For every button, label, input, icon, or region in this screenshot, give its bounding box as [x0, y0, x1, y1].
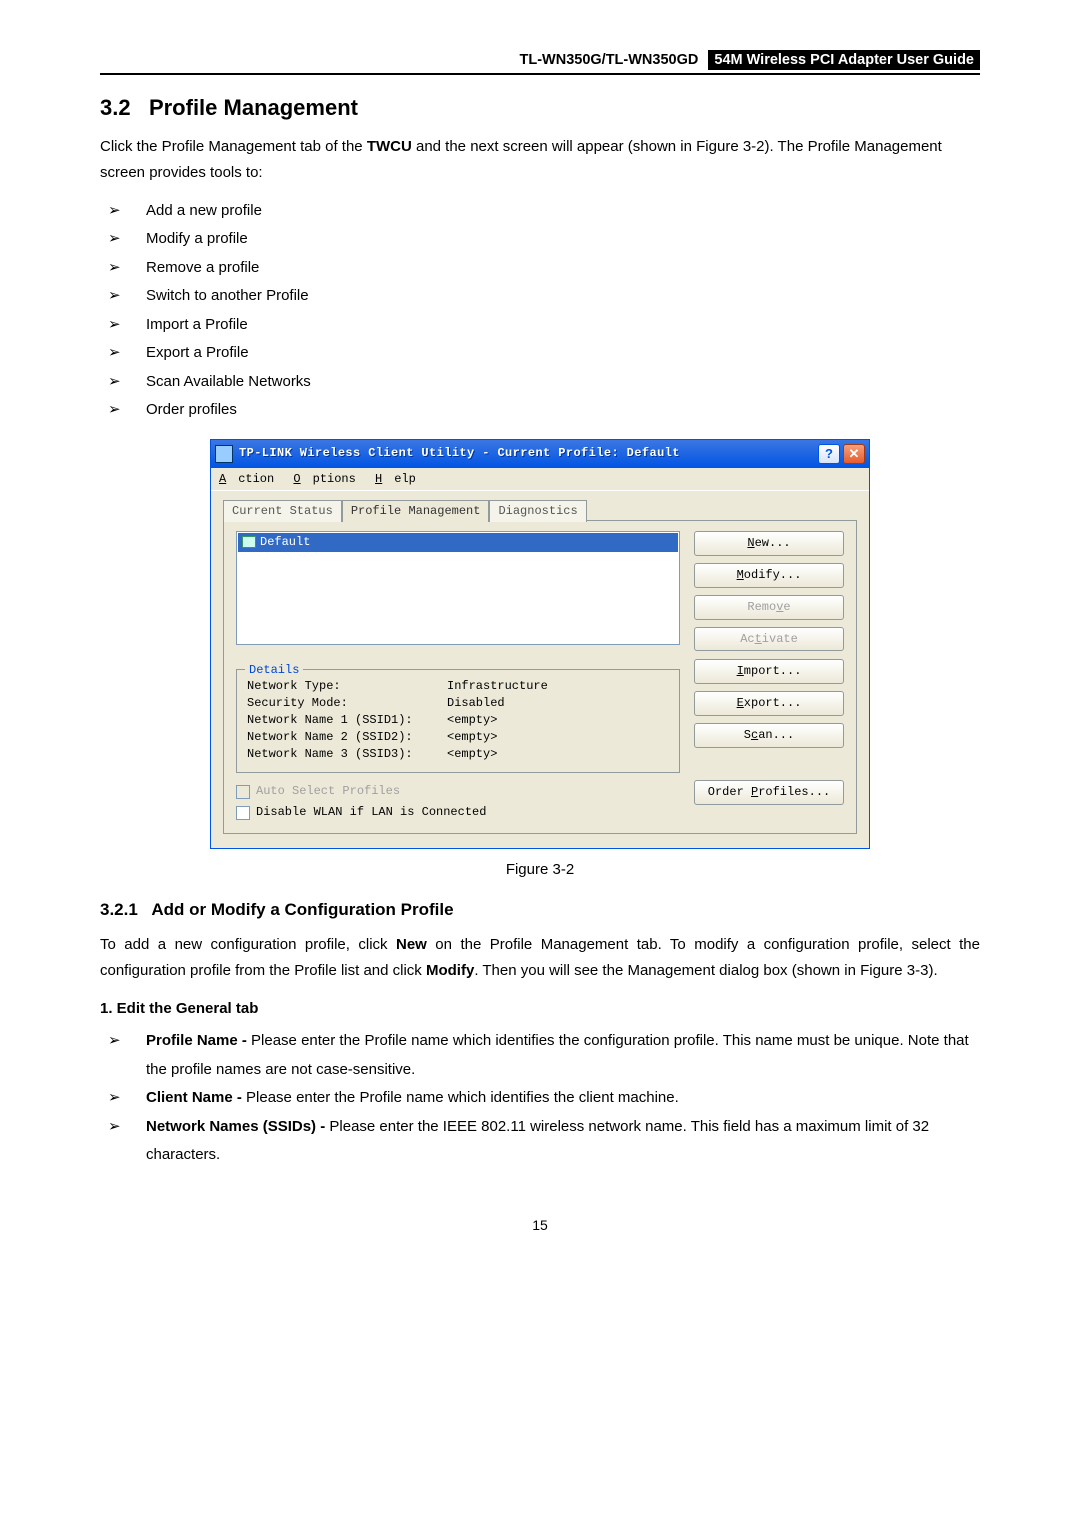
close-icon[interactable]: ✕ [843, 444, 865, 464]
checkbox-disable-wlan[interactable] [236, 806, 250, 820]
list-item: Remove a profile [100, 254, 980, 283]
tab-panel: Default New... Modify... Remove Activate… [223, 520, 857, 834]
doc-title: 54M Wireless PCI Adapter User Guide [708, 50, 980, 70]
help-icon[interactable]: ? [818, 444, 840, 464]
list-item: Profile Name - Please enter the Profile … [100, 1027, 980, 1084]
modify-button[interactable]: Modify... [694, 563, 844, 588]
tab-diagnostics[interactable]: Diagnostics [489, 500, 586, 522]
list-item: Export a Profile [100, 339, 980, 368]
profile-list[interactable]: Default [236, 531, 680, 645]
list-item: Scan Available Networks [100, 368, 980, 397]
section-intro: Click the Profile Management tab of the … [100, 134, 980, 187]
tabs: Current Status Profile Management Diagno… [223, 499, 857, 521]
order-profiles-button[interactable]: Order Profiles... [694, 780, 844, 805]
feature-list: Add a new profile Modify a profile Remov… [100, 197, 980, 425]
menubar: Action Options Help [211, 468, 869, 492]
list-item: Network Names (SSIDs) - Please enter the… [100, 1113, 980, 1170]
doc-model: TL-WN350G/TL-WN350GD [520, 52, 699, 68]
subsection-heading: 3.2.1 Add or Modify a Configuration Prof… [100, 898, 980, 922]
list-item: Add a new profile [100, 197, 980, 226]
menu-help[interactable]: Help [375, 472, 416, 486]
window-title: TP-LINK Wireless Client Utility - Curren… [239, 445, 815, 462]
tab-current-status[interactable]: Current Status [223, 500, 342, 522]
subsection-para: To add a new configuration profile, clic… [100, 932, 980, 985]
figure-caption: Figure 3-2 [100, 859, 980, 880]
app-icon [215, 445, 233, 463]
step-heading: 1. Edit the General tab [100, 998, 980, 1019]
details-legend: Details [245, 662, 303, 679]
scan-button[interactable]: Scan... [694, 723, 844, 748]
page-number: 15 [100, 1216, 980, 1236]
remove-button[interactable]: Remove [694, 595, 844, 620]
checkbox-auto-select[interactable] [236, 785, 250, 799]
page-header: TL-WN350G/TL-WN350GD 54M Wireless PCI Ad… [100, 50, 980, 75]
list-item: Switch to another Profile [100, 282, 980, 311]
menu-action[interactable]: Action [219, 472, 274, 486]
twcu-dialog: TP-LINK Wireless Client Utility - Curren… [210, 439, 870, 849]
list-item: Import a Profile [100, 311, 980, 340]
auto-select-label: Auto Select Profiles [256, 783, 400, 800]
general-tab-list: Profile Name - Please enter the Profile … [100, 1027, 980, 1170]
tab-profile-management[interactable]: Profile Management [342, 500, 490, 522]
profile-icon [242, 536, 256, 548]
menu-options[interactable]: Options [293, 472, 355, 486]
activate-button[interactable]: Activate [694, 627, 844, 652]
titlebar[interactable]: TP-LINK Wireless Client Utility - Curren… [211, 440, 869, 468]
list-item: Modify a profile [100, 225, 980, 254]
export-button[interactable]: Export... [694, 691, 844, 716]
list-item: Order profiles [100, 396, 980, 425]
import-button[interactable]: Import... [694, 659, 844, 684]
list-item: Client Name - Please enter the Profile n… [100, 1084, 980, 1113]
new-button[interactable]: New... [694, 531, 844, 556]
profile-item-default[interactable]: Default [238, 533, 678, 552]
disable-wlan-label: Disable WLAN if LAN is Connected [256, 804, 486, 821]
section-heading: 3.2 Profile Management [100, 93, 980, 124]
details-group: Details Network Type:Infrastructure Secu… [236, 669, 680, 773]
